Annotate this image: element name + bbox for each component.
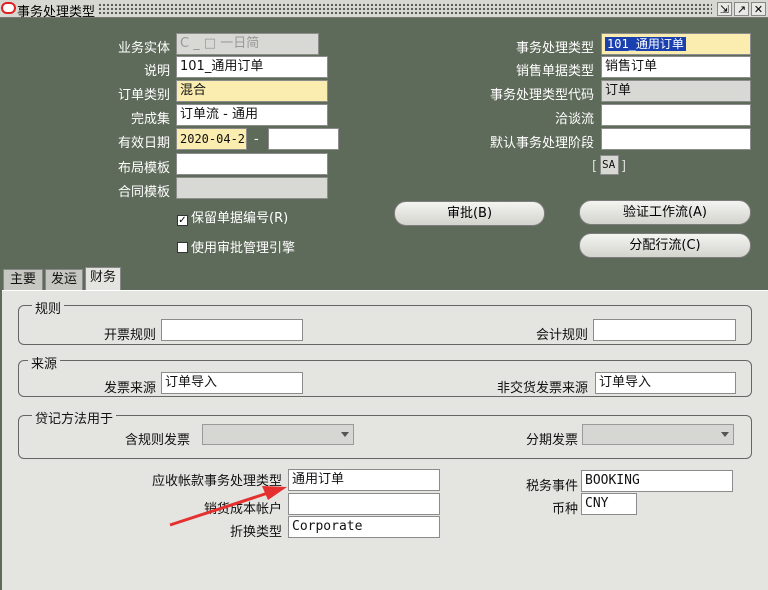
tax-event-label: 税务事件 (525, 479, 578, 494)
negotiation-flow-field[interactable] (601, 104, 751, 126)
description-field[interactable]: 101_通用订单 (176, 56, 328, 78)
rule-invoice-label: 含规则发票 (124, 433, 190, 448)
sales-doc-type-label: 销售单据类型 (515, 64, 594, 79)
negotiation-flow-label: 洽谈流 (554, 112, 594, 127)
sa-field[interactable]: SA (600, 155, 619, 175)
use-approval-engine-checkbox[interactable]: 使用审批管理引擎 (177, 237, 295, 256)
approval-button[interactable]: 审批(B) (394, 201, 545, 226)
invoicing-rule-field[interactable] (161, 319, 303, 341)
tax-event-field[interactable]: BOOKING (581, 470, 733, 492)
credit-method-group-title: 贷记方法用于 (32, 408, 117, 427)
retain-doc-number-checkbox-box[interactable]: ✓ (177, 215, 188, 226)
chevron-down-icon (341, 432, 349, 437)
default-phase-field[interactable] (601, 128, 751, 150)
validate-workflow-button[interactable]: 验证工作流(A) (579, 200, 751, 225)
ar-transaction-type-label: 应收帐款事务处理类型 (151, 474, 282, 489)
rules-group-title: 规则 (32, 298, 65, 317)
title-bar-grip (98, 3, 712, 14)
non-delivery-invoice-source-field[interactable]: 订单导入 (595, 372, 736, 394)
invoice-source-field[interactable]: 订单导入 (161, 372, 303, 394)
effective-dates-label: 有效日期 (117, 136, 170, 151)
contract-template-label: 合同模板 (117, 185, 170, 200)
fulfillment-set-field[interactable]: 订单流 - 通用 (176, 104, 328, 126)
contract-template-field[interactable] (176, 177, 328, 199)
tab-bar: 主要 发运 财务 (0, 266, 768, 290)
sa-bracket-left: [ (592, 159, 598, 174)
layout-template-label: 布局模板 (117, 161, 170, 176)
finance-panel: 规则 开票规则 会计规则 来源 发票来源 订单导入 非交货发票来源 订单导入 贷… (2, 290, 768, 590)
sa-bracket-right: ] (621, 159, 627, 174)
layout-template-field[interactable] (176, 153, 328, 175)
accounting-rule-label: 会计规则 (535, 328, 588, 343)
transaction-type-code-field[interactable]: 订单 (601, 80, 751, 102)
retain-doc-number-checkbox[interactable]: ✓ 保留单据编号(R) (177, 207, 288, 226)
installment-invoice-select[interactable] (582, 424, 734, 445)
ar-transaction-type-field[interactable]: 通用订单 (288, 469, 440, 491)
transaction-type-field[interactable]: 101_通用订单 (601, 33, 751, 55)
fulfillment-set-label: 完成集 (130, 112, 170, 127)
cogs-account-field[interactable] (288, 493, 440, 515)
tab-shipping[interactable]: 发运 (45, 269, 83, 290)
oracle-app-icon (1, 2, 16, 14)
assign-line-flow-button[interactable]: 分配行流(C) (579, 233, 751, 258)
transaction-type-code-label: 事务处理类型代码 (489, 88, 594, 103)
use-approval-engine-checkbox-box[interactable] (177, 242, 188, 253)
transaction-type-header: 业务实体 C _ □ 一日简 说明 101_通用订单 订单类别 混合 完成集 订… (0, 18, 768, 266)
title-bar: 事务处理类型 ⇲ ↗ ✕ (0, 0, 768, 20)
order-category-field[interactable]: 混合 (176, 80, 328, 102)
maximize-window-button[interactable]: ↗ (734, 2, 749, 16)
source-group-title: 来源 (28, 353, 61, 372)
cogs-account-label: 销货成本帐户 (203, 502, 282, 517)
order-category-label: 订单类别 (117, 88, 170, 103)
conversion-type-field[interactable]: Corporate (288, 516, 440, 538)
installment-invoice-label: 分期发票 (525, 433, 578, 448)
business-entity-label: 业务实体 (117, 41, 170, 56)
business-entity-field[interactable]: C _ □ 一日简 (176, 33, 319, 55)
invoice-source-label: 发票来源 (103, 381, 156, 396)
retain-doc-number-label: 保留单据编号(R) (191, 211, 289, 226)
restore-window-button[interactable]: ⇲ (717, 2, 732, 16)
non-delivery-invoice-source-label: 非交货发票来源 (496, 381, 588, 396)
rule-invoice-select[interactable] (202, 424, 354, 445)
conversion-type-label: 折换类型 (229, 525, 282, 540)
default-phase-label: 默认事务处理阶段 (489, 136, 594, 151)
effective-date-to-field[interactable] (268, 128, 339, 150)
tab-main[interactable]: 主要 (3, 269, 43, 290)
currency-label: 币种 (551, 502, 578, 517)
tab-finance[interactable]: 财务 (85, 267, 121, 290)
chevron-down-icon (721, 432, 729, 437)
currency-field[interactable]: CNY (581, 493, 637, 515)
use-approval-engine-label: 使用审批管理引擎 (191, 241, 296, 256)
sales-doc-type-field[interactable]: 销售订单 (601, 56, 751, 78)
invoicing-rule-label: 开票规则 (103, 328, 156, 343)
effective-date-from-field[interactable]: 2020-04-23 (176, 128, 247, 150)
transaction-type-label: 事务处理类型 (515, 41, 594, 56)
close-window-button[interactable]: ✕ (751, 2, 766, 16)
description-label: 说明 (143, 64, 170, 79)
transaction-type-value: 101_通用订单 (605, 37, 686, 51)
effective-dates-separator: - (254, 132, 259, 147)
accounting-rule-field[interactable] (593, 319, 736, 341)
